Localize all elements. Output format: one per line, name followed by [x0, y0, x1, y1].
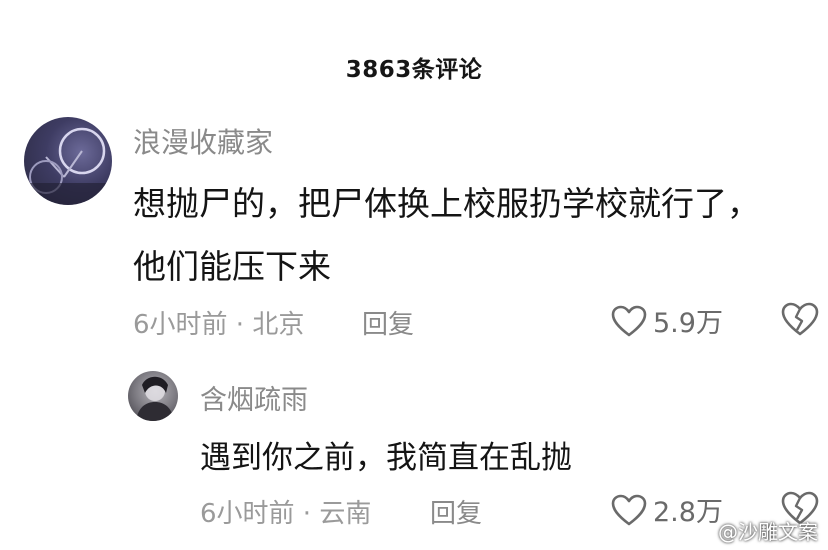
- reply-text-line: 遇到你之前，我简直在乱抛: [200, 440, 572, 476]
- broken-heart-icon: [781, 302, 819, 336]
- weibo-logo-icon: [688, 522, 713, 541]
- reply-meta: 6小时前 · 云南: [200, 499, 372, 529]
- reply-button[interactable]: 回复: [430, 493, 482, 530]
- reply-username[interactable]: 含烟疏雨: [200, 378, 308, 417]
- like-count: 5.9万: [653, 308, 723, 339]
- watermark-text: @沙雕文案: [718, 520, 818, 544]
- comments-header-title: 3863条评论: [345, 57, 483, 83]
- comment-avatar[interactable]: [24, 117, 112, 205]
- person-photo-avatar: [136, 376, 174, 421]
- comment-meta: 6小时前 · 北京: [133, 310, 305, 340]
- heart-outline-icon: [611, 305, 647, 337]
- comment-text-line: 想抛尸的，把尸体换上校服扔学校就行了，: [133, 184, 760, 223]
- comment-text-line: 他们能压下来: [133, 247, 331, 286]
- dislike-button[interactable]: [781, 302, 819, 340]
- reply-avatar[interactable]: [128, 371, 178, 421]
- bicycle-photo-avatar: [24, 127, 112, 205]
- like-button[interactable]: 5.9万: [611, 301, 723, 340]
- heart-outline-icon: [611, 494, 647, 526]
- reply-button[interactable]: 回复: [362, 304, 414, 341]
- comment-username[interactable]: 浪漫收藏家: [133, 121, 273, 161]
- watermark: @沙雕文案: [688, 516, 818, 545]
